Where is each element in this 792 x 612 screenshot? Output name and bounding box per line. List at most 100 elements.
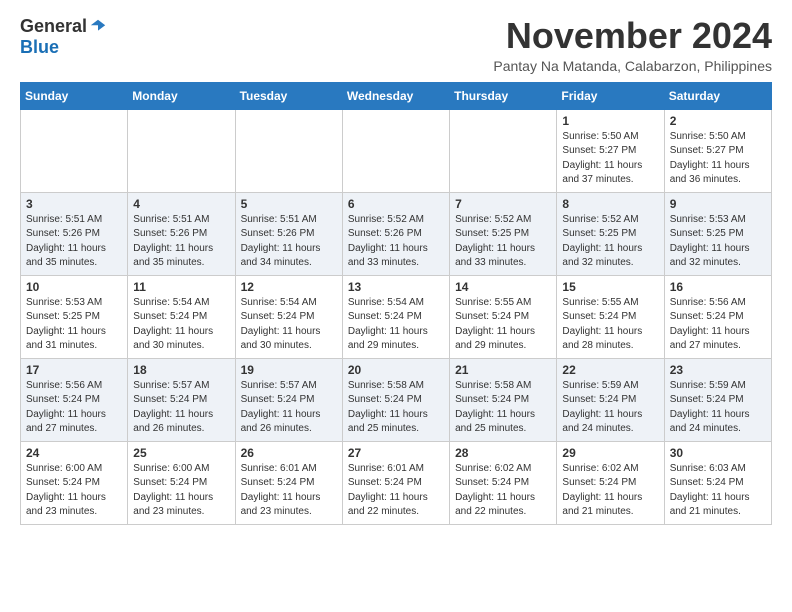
col-thursday: Thursday <box>450 82 557 109</box>
day-number: 8 <box>562 197 658 211</box>
calendar-cell-4-0: 24 Sunrise: 6:00 AM Sunset: 5:24 PM Dayli… <box>21 441 128 524</box>
col-saturday: Saturday <box>664 82 771 109</box>
calendar-cell-4-5: 29Sunrise: 6:02 AM Sunset: 5:24 PM Dayli… <box>557 441 664 524</box>
day-info: Sunrise: 5:50 AM Sunset: 5:27 PM Dayligh… <box>562 130 658 188</box>
day-number: 17 <box>26 363 122 377</box>
day-info: Sunrise: 5:57 AM Sunset: 5:24 PM Dayligh… <box>133 379 229 437</box>
month-title: November 2024 <box>493 16 772 56</box>
calendar-cell-1-4: 7Sunrise: 5:52 AM Sunset: 5:25 PM Daylig… <box>450 192 557 275</box>
location-subtitle: Pantay Na Matanda, Calabarzon, Philippin… <box>493 58 772 74</box>
day-info: Sunrise: 5:51 AM Sunset: 5:26 PM Dayligh… <box>241 213 337 271</box>
calendar-cell-3-2: 19 Sunrise: 5:57 AM Sunset: 5:24 PM Dayli… <box>235 358 342 441</box>
day-number: 15 <box>562 280 658 294</box>
day-number: 13 <box>348 280 444 294</box>
day-info: Sunrise: 5:58 AM Sunset: 5:24 PM Dayligh… <box>348 379 444 437</box>
calendar-cell-4-6: 30 Sunrise: 6:03 AM Sunset: 5:24 PM Dayli… <box>664 441 771 524</box>
day-info: Sunrise: 5:54 AM Sunset: 5:24 PM Dayligh… <box>133 296 229 354</box>
day-number: 1 <box>562 114 658 128</box>
day-info: Sunrise: 6:00 AM Sunset: 5:24 PM Dayligh… <box>26 462 122 520</box>
day-number: 25 <box>133 446 229 460</box>
calendar-table: Sunday Monday Tuesday Wednesday Thursday… <box>20 82 772 525</box>
calendar-cell-2-1: 11Sunrise: 5:54 AM Sunset: 5:24 PM Dayli… <box>128 275 235 358</box>
day-info: Sunrise: 5:57 AM Sunset: 5:24 PM Dayligh… <box>241 379 337 437</box>
day-number: 20 <box>348 363 444 377</box>
day-info: Sunrise: 5:50 AM Sunset: 5:27 PM Dayligh… <box>670 130 766 188</box>
day-number: 7 <box>455 197 551 211</box>
page: General Blue November 2024 Pantay Na Mat… <box>0 0 792 545</box>
calendar-cell-2-4: 14 Sunrise: 5:55 AM Sunset: 5:24 PM Dayli… <box>450 275 557 358</box>
calendar-cell-3-0: 17Sunrise: 5:56 AM Sunset: 5:24 PM Dayli… <box>21 358 128 441</box>
day-number: 10 <box>26 280 122 294</box>
col-tuesday: Tuesday <box>235 82 342 109</box>
day-number: 12 <box>241 280 337 294</box>
col-wednesday: Wednesday <box>342 82 449 109</box>
day-info: Sunrise: 5:53 AM Sunset: 5:25 PM Dayligh… <box>670 213 766 271</box>
col-sunday: Sunday <box>21 82 128 109</box>
day-info: Sunrise: 6:02 AM Sunset: 5:24 PM Dayligh… <box>562 462 658 520</box>
calendar-cell-3-4: 21Sunrise: 5:58 AM Sunset: 5:24 PM Dayli… <box>450 358 557 441</box>
col-monday: Monday <box>128 82 235 109</box>
day-number: 19 <box>241 363 337 377</box>
calendar-cell-1-5: 8 Sunrise: 5:52 AM Sunset: 5:25 PM Daylig… <box>557 192 664 275</box>
day-info: Sunrise: 5:51 AM Sunset: 5:26 PM Dayligh… <box>26 213 122 271</box>
calendar-cell-2-6: 16Sunrise: 5:56 AM Sunset: 5:24 PM Dayli… <box>664 275 771 358</box>
day-info: Sunrise: 5:55 AM Sunset: 5:24 PM Dayligh… <box>455 296 551 354</box>
calendar-cell-3-5: 22 Sunrise: 5:59 AM Sunset: 5:24 PM Dayli… <box>557 358 664 441</box>
day-number: 5 <box>241 197 337 211</box>
day-info: Sunrise: 5:55 AM Sunset: 5:24 PM Dayligh… <box>562 296 658 354</box>
day-number: 26 <box>241 446 337 460</box>
calendar-cell-3-3: 20 Sunrise: 5:58 AM Sunset: 5:24 PM Dayli… <box>342 358 449 441</box>
week-row-3: 10 Sunrise: 5:53 AM Sunset: 5:25 PM Dayli… <box>21 275 772 358</box>
day-number: 2 <box>670 114 766 128</box>
calendar-cell-1-3: 6 Sunrise: 5:52 AM Sunset: 5:26 PM Daylig… <box>342 192 449 275</box>
day-info: Sunrise: 5:53 AM Sunset: 5:25 PM Dayligh… <box>26 296 122 354</box>
calendar-cell-4-3: 27 Sunrise: 6:01 AM Sunset: 5:24 PM Dayli… <box>342 441 449 524</box>
calendar-cell-3-1: 18 Sunrise: 5:57 AM Sunset: 5:24 PM Dayli… <box>128 358 235 441</box>
day-info: Sunrise: 6:01 AM Sunset: 5:24 PM Dayligh… <box>348 462 444 520</box>
day-number: 18 <box>133 363 229 377</box>
week-row-5: 24 Sunrise: 6:00 AM Sunset: 5:24 PM Dayli… <box>21 441 772 524</box>
col-friday: Friday <box>557 82 664 109</box>
day-number: 3 <box>26 197 122 211</box>
week-row-1: 1 Sunrise: 5:50 AM Sunset: 5:27 PM Daylig… <box>21 109 772 192</box>
header: General Blue November 2024 Pantay Na Mat… <box>20 16 772 74</box>
calendar-cell-0-1 <box>128 109 235 192</box>
logo-flag-icon <box>89 18 107 36</box>
day-number: 14 <box>455 280 551 294</box>
day-number: 24 <box>26 446 122 460</box>
day-info: Sunrise: 5:51 AM Sunset: 5:26 PM Dayligh… <box>133 213 229 271</box>
calendar-cell-4-2: 26 Sunrise: 6:01 AM Sunset: 5:24 PM Dayli… <box>235 441 342 524</box>
day-number: 28 <box>455 446 551 460</box>
day-info: Sunrise: 5:52 AM Sunset: 5:25 PM Dayligh… <box>562 213 658 271</box>
day-info: Sunrise: 6:00 AM Sunset: 5:24 PM Dayligh… <box>133 462 229 520</box>
calendar-cell-1-2: 5 Sunrise: 5:51 AM Sunset: 5:26 PM Daylig… <box>235 192 342 275</box>
day-number: 22 <box>562 363 658 377</box>
day-info: Sunrise: 6:02 AM Sunset: 5:24 PM Dayligh… <box>455 462 551 520</box>
calendar-cell-0-4 <box>450 109 557 192</box>
day-info: Sunrise: 5:52 AM Sunset: 5:26 PM Dayligh… <box>348 213 444 271</box>
calendar-cell-2-2: 12 Sunrise: 5:54 AM Sunset: 5:24 PM Dayli… <box>235 275 342 358</box>
day-info: Sunrise: 5:54 AM Sunset: 5:24 PM Dayligh… <box>241 296 337 354</box>
day-info: Sunrise: 5:56 AM Sunset: 5:24 PM Dayligh… <box>670 296 766 354</box>
calendar-cell-1-1: 4 Sunrise: 5:51 AM Sunset: 5:26 PM Daylig… <box>128 192 235 275</box>
calendar-cell-3-6: 23Sunrise: 5:59 AM Sunset: 5:24 PM Dayli… <box>664 358 771 441</box>
calendar-cell-4-4: 28 Sunrise: 6:02 AM Sunset: 5:24 PM Dayli… <box>450 441 557 524</box>
calendar-cell-1-0: 3 Sunrise: 5:51 AM Sunset: 5:26 PM Daylig… <box>21 192 128 275</box>
calendar-cell-0-0 <box>21 109 128 192</box>
week-row-2: 3 Sunrise: 5:51 AM Sunset: 5:26 PM Daylig… <box>21 192 772 275</box>
day-info: Sunrise: 6:01 AM Sunset: 5:24 PM Dayligh… <box>241 462 337 520</box>
day-info: Sunrise: 6:03 AM Sunset: 5:24 PM Dayligh… <box>670 462 766 520</box>
day-number: 30 <box>670 446 766 460</box>
calendar-cell-1-6: 9 Sunrise: 5:53 AM Sunset: 5:25 PM Daylig… <box>664 192 771 275</box>
day-info: Sunrise: 5:59 AM Sunset: 5:24 PM Dayligh… <box>562 379 658 437</box>
day-number: 27 <box>348 446 444 460</box>
day-info: Sunrise: 5:54 AM Sunset: 5:24 PM Dayligh… <box>348 296 444 354</box>
day-number: 4 <box>133 197 229 211</box>
calendar-cell-0-3 <box>342 109 449 192</box>
title-section: November 2024 Pantay Na Matanda, Calabar… <box>493 16 772 74</box>
day-number: 6 <box>348 197 444 211</box>
day-info: Sunrise: 5:58 AM Sunset: 5:24 PM Dayligh… <box>455 379 551 437</box>
day-info: Sunrise: 5:59 AM Sunset: 5:24 PM Dayligh… <box>670 379 766 437</box>
calendar-cell-0-2 <box>235 109 342 192</box>
day-number: 9 <box>670 197 766 211</box>
